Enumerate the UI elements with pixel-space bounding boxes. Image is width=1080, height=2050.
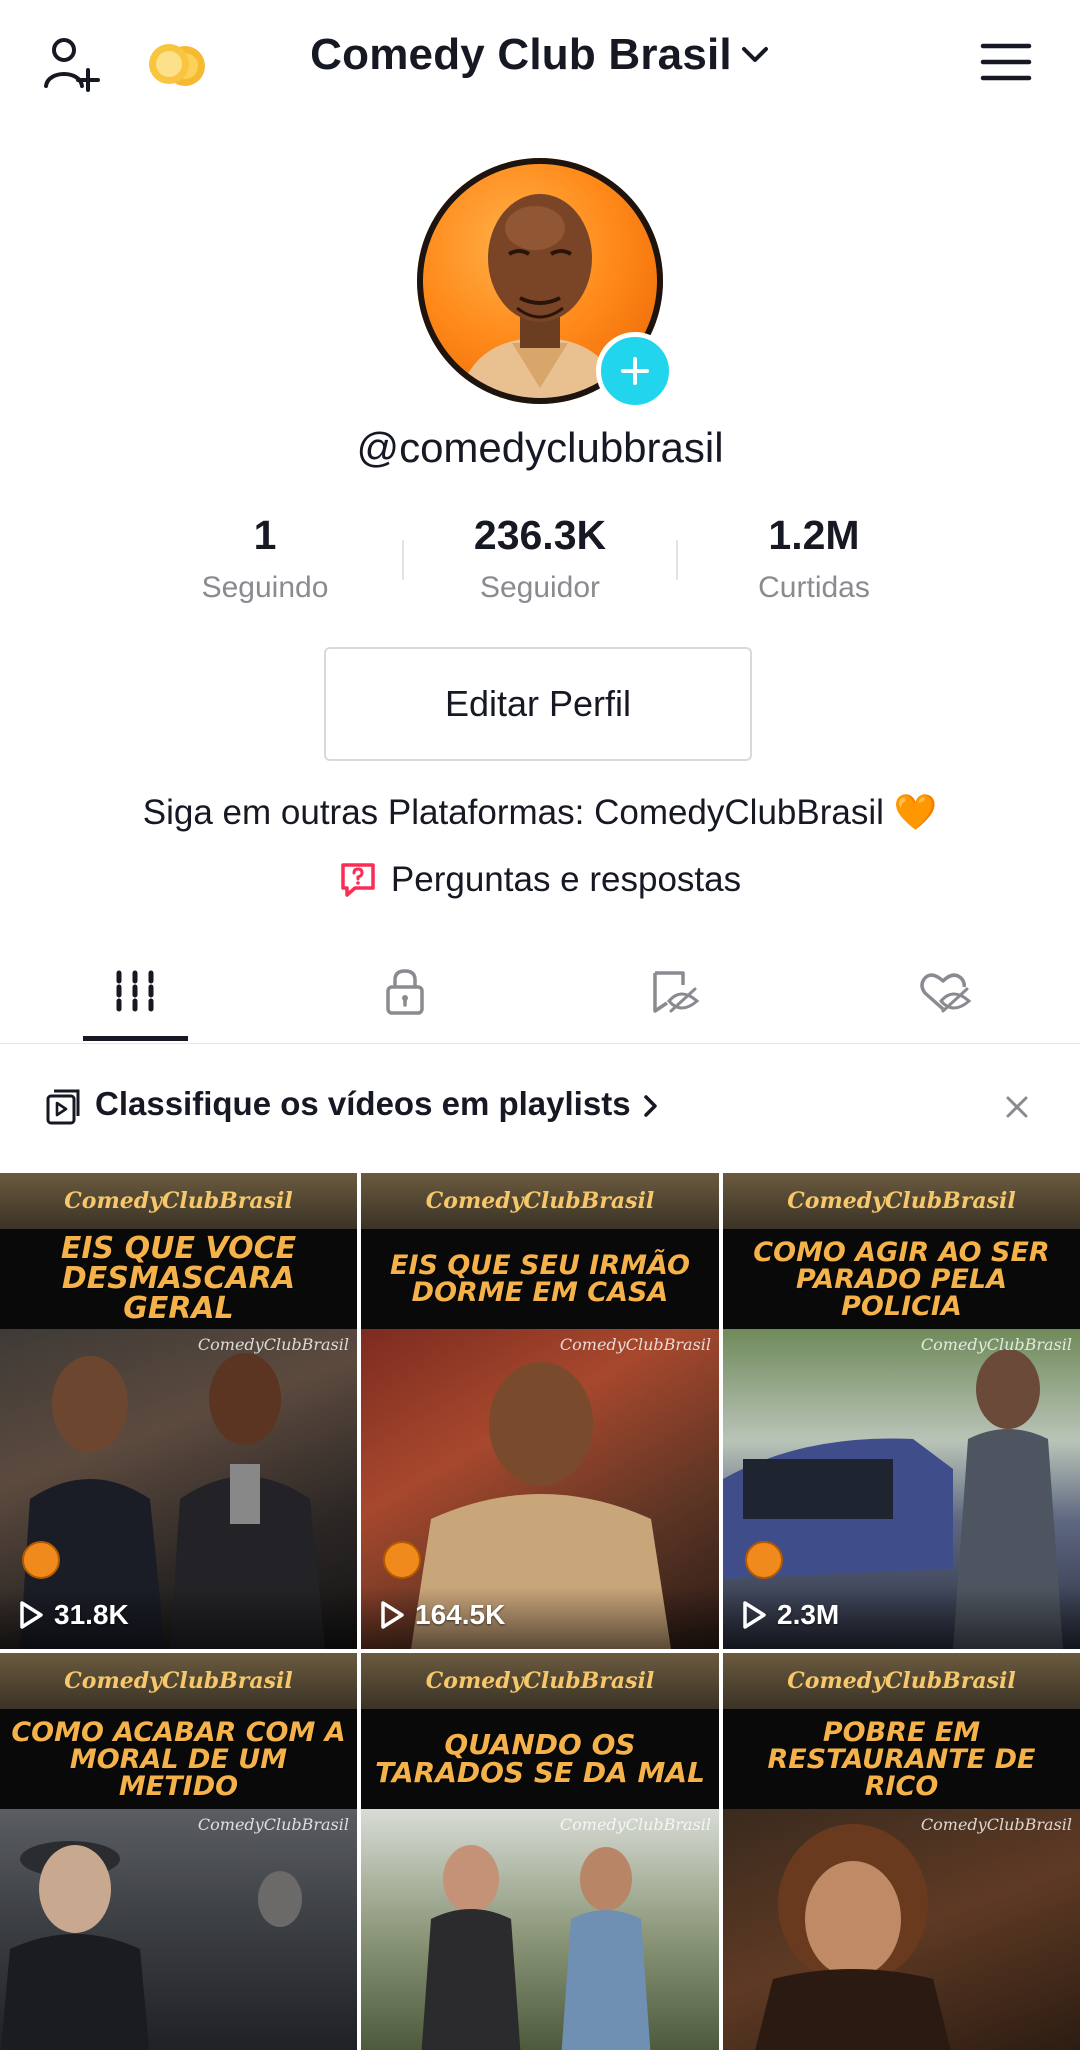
account-switcher[interactable]: Comedy Club Brasil [310, 30, 770, 80]
brand-bar: ComedyClubBrasil [0, 1653, 357, 1709]
tab-videos[interactable] [0, 940, 270, 1043]
page-title: Comedy Club Brasil [310, 30, 732, 79]
brand-bar: ComedyClubBrasil [361, 1173, 719, 1229]
active-tab-indicator [83, 1036, 188, 1041]
brand-bar: ComedyClubBrasil [361, 1653, 719, 1709]
video-headline: COMO AGIR AO SER PARADO PELA POLICIA [723, 1229, 1080, 1329]
view-count: 164.5K [379, 1599, 505, 1631]
divider [402, 540, 404, 580]
view-count-value: 164.5K [415, 1599, 506, 1630]
view-count: 31.8K [18, 1599, 129, 1631]
username: @comedyclubbrasil [356, 424, 724, 471]
watermark: ComedyClubBrasil [197, 1815, 349, 1834]
top-bar: Comedy Club Brasil [0, 0, 1080, 125]
heart-eye-off-icon [920, 972, 972, 1012]
play-icon [743, 1601, 766, 1629]
video-tile[interactable]: ComedyClubBrasil POBRE EM RESTAURANTE DE… [723, 1653, 1080, 2050]
video-tile[interactable]: ComedyClubBrasil EIS QUE VOCE DESMASCARA… [0, 1173, 357, 1649]
view-count-value: 31.8K [54, 1599, 129, 1630]
video-headline: POBRE EM RESTAURANTE DE RICO [723, 1709, 1080, 1809]
channel-logo [745, 1541, 783, 1579]
bio: Siga em outras Plataformas: ComedyClubBr… [142, 793, 938, 832]
play-icon [381, 1601, 404, 1629]
tab-reposts[interactable] [540, 940, 810, 1043]
view-count-value: 2.3M [777, 1599, 840, 1630]
grid-icon [116, 970, 154, 1013]
qa-link[interactable]: Perguntas e respostas [0, 860, 1080, 900]
video-headline: EIS QUE VOCE DESMASCARA GERAL [0, 1229, 357, 1329]
stat-value: 236.3K [473, 512, 607, 558]
tab-liked[interactable] [810, 940, 1080, 1043]
close-icon[interactable] [1004, 1094, 1030, 1120]
playlist-banner-text: Classifique os vídeos em playlists [95, 1085, 631, 1122]
video-tile[interactable]: ComedyClubBrasil EIS QUE SEU IRMÃO DORME… [361, 1173, 719, 1649]
chevron-right-icon [643, 1095, 657, 1118]
divider [676, 540, 678, 580]
menu-icon[interactable] [978, 36, 1034, 88]
profile-tabs [0, 940, 1080, 1044]
brand-bar: ComedyClubBrasil [723, 1173, 1080, 1229]
playlist-icon [46, 1089, 80, 1125]
channel-logo [383, 1541, 421, 1579]
plus-icon [621, 357, 649, 385]
brand-bar: ComedyClubBrasil [0, 1173, 357, 1229]
video-thumbnail [723, 1809, 1080, 2050]
stat-value: 1.2M [768, 512, 860, 558]
add-story-button[interactable] [596, 332, 674, 410]
watermark: ComedyClubBrasil [197, 1335, 349, 1354]
watermark: ComedyClubBrasil [920, 1815, 1072, 1834]
lock-icon [386, 968, 424, 1015]
watermark: ComedyClubBrasil [920, 1335, 1072, 1354]
tab-private[interactable] [270, 940, 540, 1043]
edit-profile-button[interactable]: Editar Perfil [324, 647, 752, 761]
stat-value: 1 [253, 512, 277, 558]
play-icon [20, 1601, 43, 1629]
view-count: 2.3M [741, 1599, 839, 1631]
playlist-banner-label[interactable]: Classifique os vídeos em playlists [95, 1085, 662, 1123]
stat-likes[interactable]: 1.2M Curtidas [694, 512, 934, 605]
video-thumbnail [361, 1809, 719, 2050]
chevron-down-icon [741, 47, 768, 62]
stat-following[interactable]: 1 Seguindo [145, 512, 385, 605]
stat-label: Curtidas [758, 571, 870, 604]
brand-bar: ComedyClubBrasil [723, 1653, 1080, 1709]
video-tile[interactable]: ComedyClubBrasil COMO AGIR AO SER PARADO… [723, 1173, 1080, 1649]
stat-label: Seguidor [479, 571, 601, 604]
watermark: ComedyClubBrasil [559, 1815, 711, 1834]
question-bubble-icon [341, 863, 375, 897]
qa-label: Perguntas e respostas [390, 860, 742, 899]
watermark: ComedyClubBrasil [559, 1335, 711, 1354]
stat-followers[interactable]: 236.3K Seguidor [420, 512, 660, 605]
stat-label: Seguindo [201, 571, 329, 604]
video-tile[interactable]: ComedyClubBrasil QUANDO OS TARADOS SE DA… [361, 1653, 719, 2050]
video-headline: COMO ACABAR COM A MORAL DE UM METIDO [0, 1709, 357, 1809]
video-tile[interactable]: ComedyClubBrasil COMO ACABAR COM A MORAL… [0, 1653, 357, 2050]
video-headline: EIS QUE SEU IRMÃO DORME EM CASA [361, 1229, 719, 1329]
video-thumbnail [0, 1809, 357, 2050]
video-headline: QUANDO OS TARADOS SE DA MAL [361, 1709, 719, 1809]
bookmark-eye-off-icon [653, 970, 700, 1013]
channel-logo [22, 1541, 60, 1579]
